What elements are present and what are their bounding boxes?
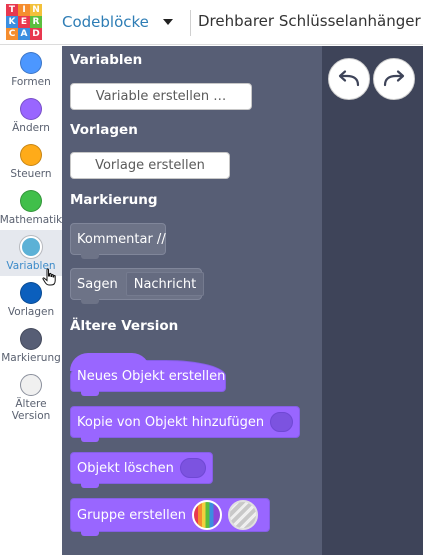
design-title[interactable]: Drehbarer Schlüsselanhänger: [198, 12, 421, 30]
block-label: Sagen: [77, 276, 118, 292]
category-label: Ändern: [12, 122, 50, 134]
delete-object-block[interactable]: Objekt löschen: [70, 452, 213, 488]
logo-letter: C: [6, 28, 18, 40]
logo-letter: K: [6, 16, 18, 28]
logo-letter: R: [30, 16, 42, 28]
category-markup[interactable]: Markierung: [0, 322, 62, 368]
create-group-block[interactable]: Gruppe erstellen: [70, 498, 270, 536]
block-notch: [81, 254, 99, 259]
block-notch: [81, 483, 99, 488]
category-color-dot: [20, 190, 42, 212]
block-notch: [81, 299, 99, 304]
category-shapes[interactable]: Formen: [0, 46, 62, 92]
block-label: Gruppe erstellen: [77, 507, 186, 523]
section-heading-templates: Vorlagen: [70, 122, 138, 138]
divider: [190, 10, 191, 36]
add-copy-block[interactable]: Kopie von Objekt hinzufügen: [70, 406, 300, 442]
say-message-field[interactable]: Nachricht: [125, 272, 205, 296]
section-heading-markup: Markierung: [70, 192, 158, 208]
category-modify[interactable]: Ändern: [0, 92, 62, 138]
create-variable-button[interactable]: Variable erstellen …: [70, 83, 252, 110]
category-color-dot: [20, 144, 42, 166]
block-label: Kopie von Objekt hinzufügen: [77, 414, 265, 430]
category-label: Markierung: [1, 352, 61, 364]
top-bar: T I N K E R C A D Codeblöcke Drehbarer S…: [0, 0, 423, 45]
category-label: Ältere Version: [11, 398, 51, 422]
object-input-slot[interactable]: [179, 458, 206, 478]
category-legacy[interactable]: Ältere Version: [0, 368, 62, 424]
new-object-hat-block[interactable]: Neues Objekt erstellen: [70, 353, 226, 396]
create-template-button[interactable]: Vorlage erstellen: [70, 152, 230, 179]
hand-cursor-icon: [42, 268, 56, 286]
logo-letter: E: [18, 16, 30, 28]
logo-letter: D: [30, 28, 42, 40]
category-color-dot: [20, 328, 42, 350]
blocks-flyout: Variablen Variable erstellen … Vorlagen …: [62, 46, 322, 555]
logo-letter: N: [30, 4, 42, 16]
block-notch: [81, 391, 99, 396]
object-input-slot[interactable]: [270, 412, 293, 432]
category-rail: Formen Ändern Steuern Mathematik Variabl…: [0, 46, 62, 555]
category-label: Steuern: [10, 168, 52, 180]
redo-arrow-icon: [383, 70, 405, 87]
category-label: Formen: [11, 76, 51, 88]
category-color-dot: [20, 98, 42, 120]
undo-arrow-icon: [338, 70, 360, 87]
block-notch: [81, 437, 99, 442]
mode-dropdown[interactable]: Codeblöcke: [62, 10, 173, 34]
chevron-down-icon: [162, 19, 173, 25]
logo-letter: I: [18, 4, 30, 16]
category-color-dot: [20, 282, 42, 304]
category-math[interactable]: Mathematik: [0, 184, 62, 230]
block-label: Neues Objekt erstellen: [77, 368, 226, 384]
logo-letter: A: [18, 28, 30, 40]
block-label: Kommentar //: [77, 231, 166, 247]
section-heading-variables: Variablen: [70, 52, 143, 68]
category-label: Vorlagen: [7, 306, 55, 318]
category-label: Mathematik: [0, 214, 63, 226]
redo-button[interactable]: [373, 58, 415, 100]
undo-button[interactable]: [328, 58, 370, 100]
tinkercad-logo[interactable]: T I N K E R C A D: [6, 4, 42, 40]
comment-block[interactable]: Kommentar //: [70, 223, 166, 259]
block-label: Objekt löschen: [77, 460, 174, 476]
block-notch: [81, 531, 99, 536]
category-color-dot: [20, 52, 42, 74]
rainbow-color-swatch[interactable]: [191, 500, 222, 530]
say-block[interactable]: Sagen Nachricht: [70, 268, 205, 304]
section-heading-legacy: Ältere Version: [70, 318, 179, 334]
code-workspace[interactable]: [322, 46, 423, 555]
mode-label: Codeblöcke: [62, 13, 149, 31]
transparent-color-swatch[interactable]: [227, 500, 258, 530]
logo-letter: T: [6, 4, 18, 16]
category-control[interactable]: Steuern: [0, 138, 62, 184]
category-color-dot: [20, 374, 42, 396]
category-color-dot: [20, 236, 42, 258]
